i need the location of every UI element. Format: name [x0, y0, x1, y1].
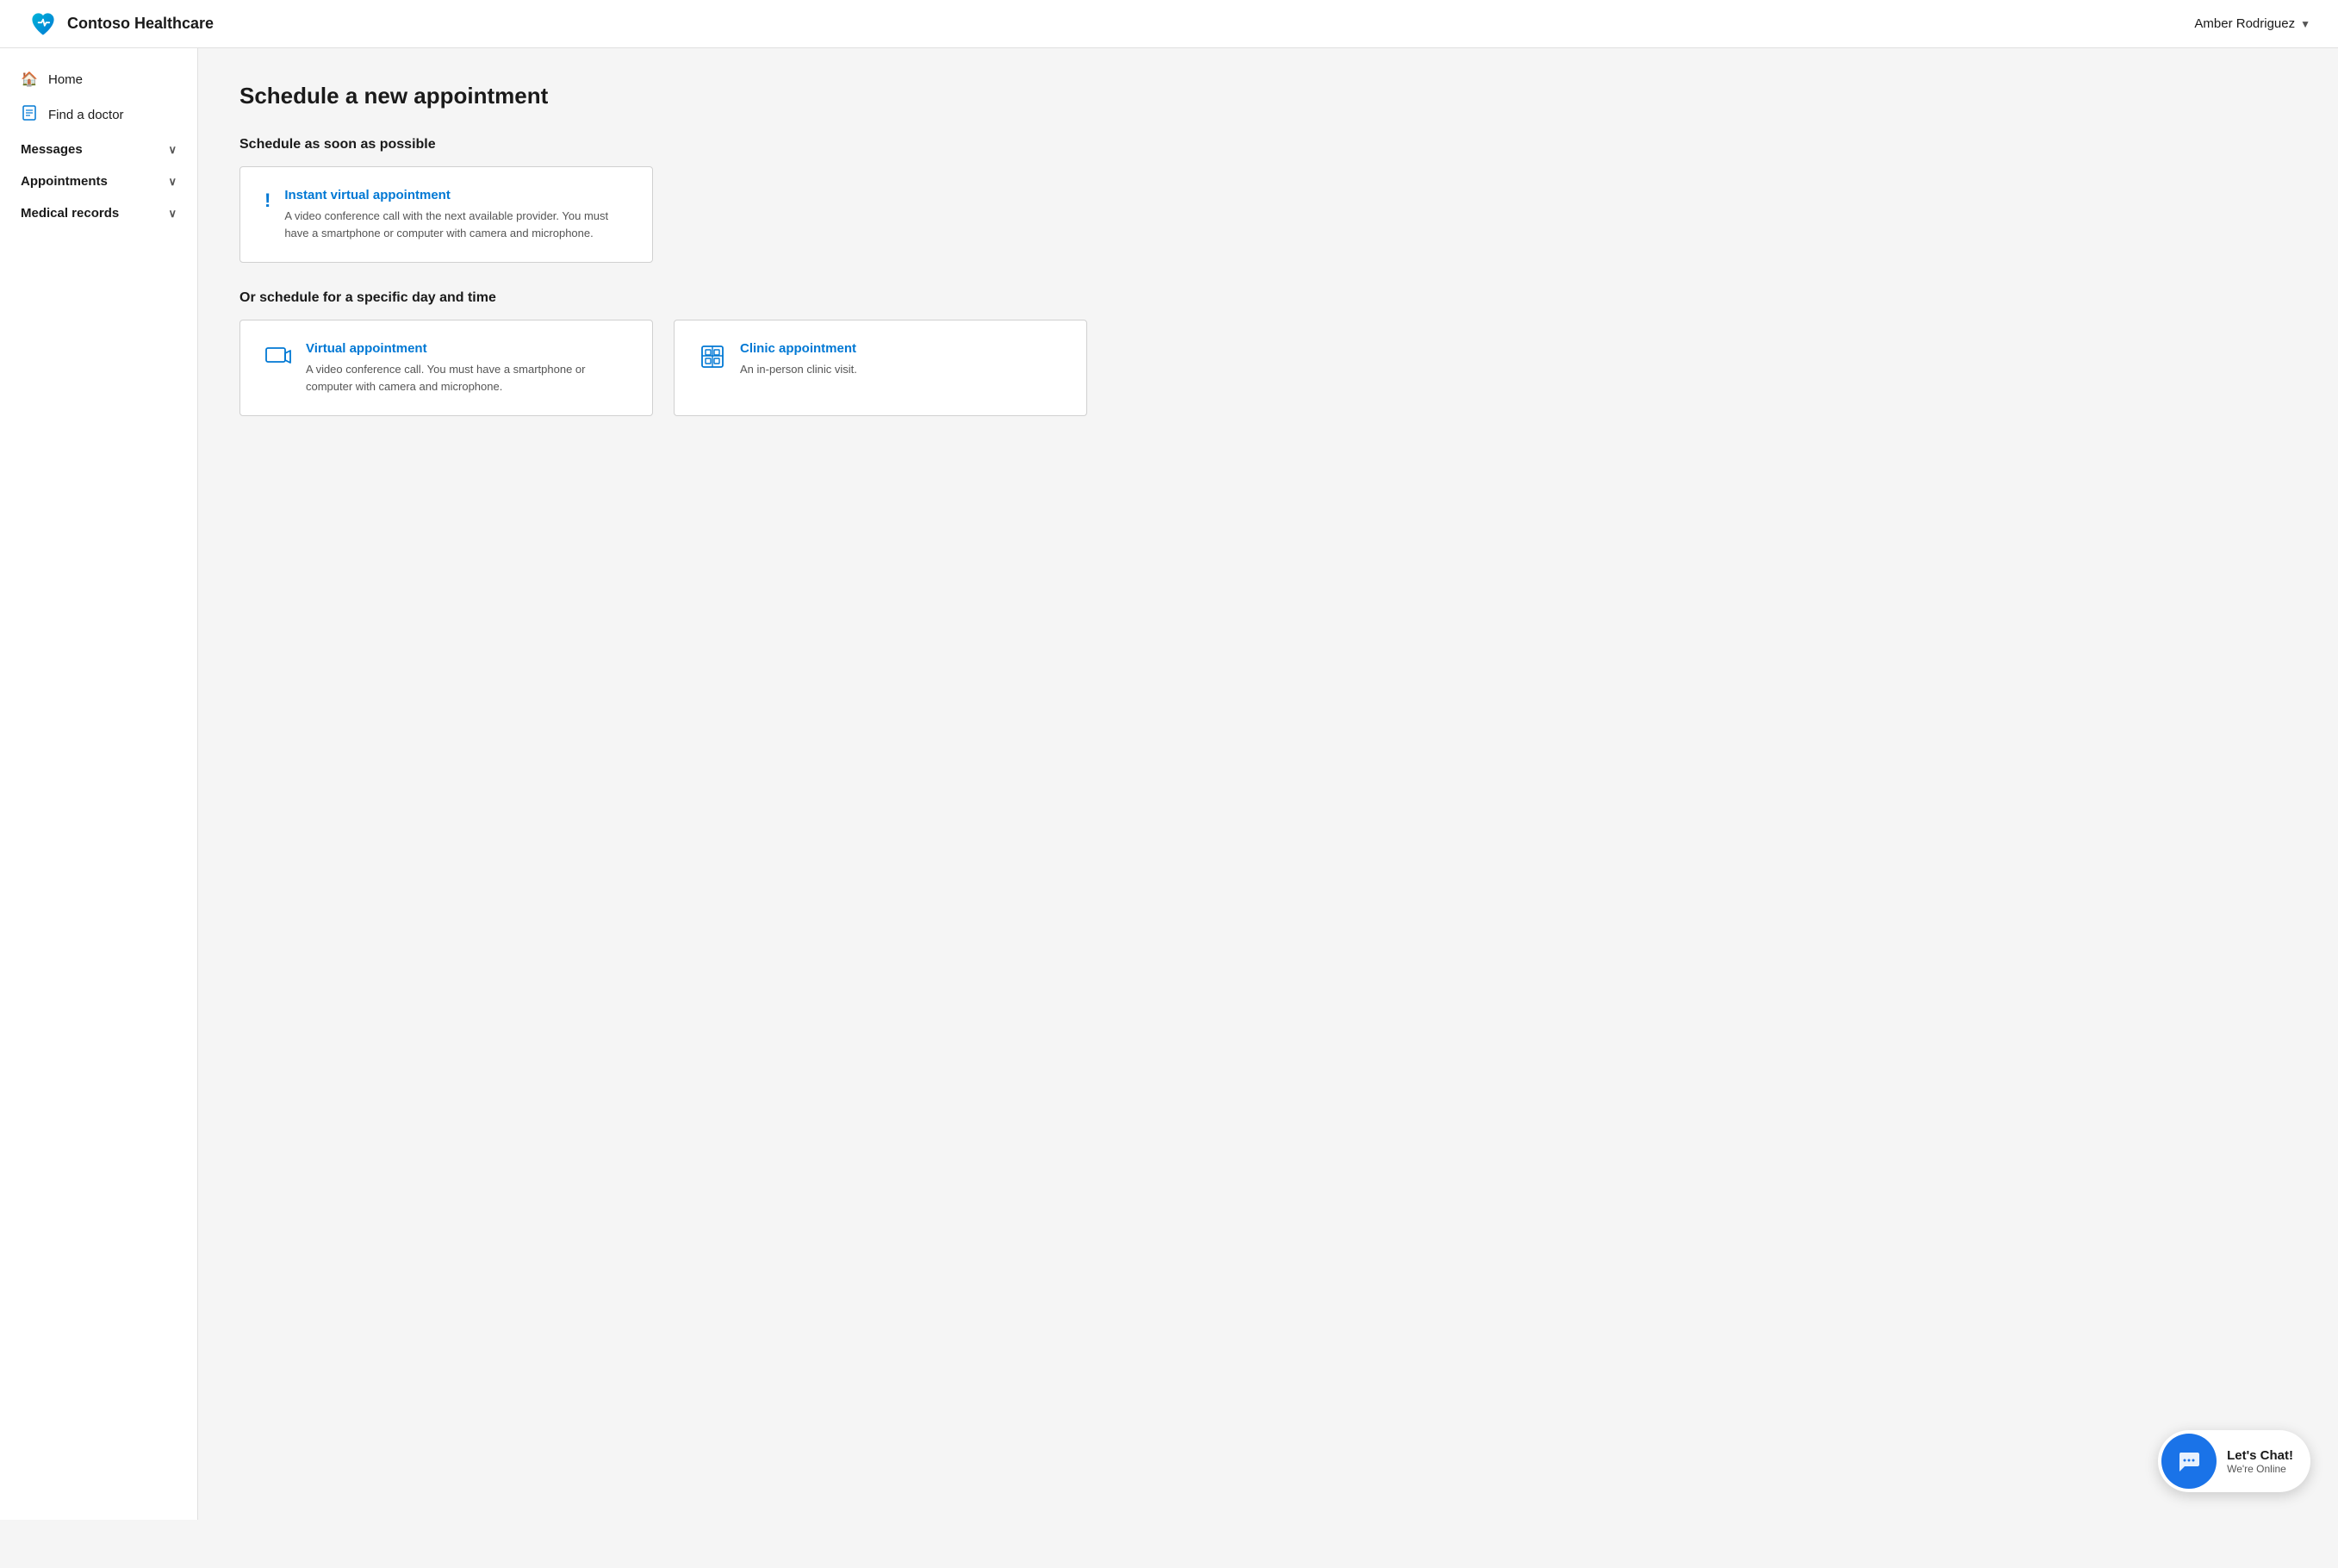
- sidebar: 🏠 Home Find a doctor Messages ∨ Appoin: [0, 48, 198, 1520]
- clinic-card-title: Clinic appointment: [740, 341, 857, 356]
- home-icon: 🏠: [21, 71, 38, 88]
- sidebar-label-medical-records: Medical records: [21, 206, 119, 221]
- chat-status: We're Online: [2227, 1463, 2293, 1475]
- instant-card-desc: A video conference call with the next av…: [284, 208, 628, 241]
- medical-records-left: Medical records: [21, 206, 119, 221]
- page-layout: 🏠 Home Find a doctor Messages ∨ Appoin: [0, 48, 2338, 1520]
- header: Contoso Healthcare Amber Rodriguez ▼: [0, 0, 2338, 48]
- sidebar-item-messages[interactable]: Messages ∨: [0, 134, 197, 165]
- main-content: Schedule a new appointment Schedule as s…: [198, 48, 2338, 1520]
- sidebar-item-medical-records[interactable]: Medical records ∨: [0, 197, 197, 229]
- medical-records-chevron-icon: ∨: [168, 207, 177, 221]
- clinic-appointment-icon: [699, 343, 726, 376]
- user-menu[interactable]: Amber Rodriguez ▼: [2194, 16, 2310, 31]
- instant-card-title: Instant virtual appointment: [284, 188, 628, 202]
- section-asap: Schedule as soon as possible ! Instant v…: [239, 137, 2297, 263]
- virtual-card-desc: A video conference call. You must have a…: [306, 361, 628, 395]
- brand-name: Contoso Healthcare: [67, 15, 214, 33]
- clinic-card-desc: An in-person clinic visit.: [740, 361, 857, 378]
- chat-title: Let's Chat!: [2227, 1448, 2293, 1463]
- virtual-card-title: Virtual appointment: [306, 341, 628, 356]
- sidebar-label-home: Home: [48, 72, 83, 87]
- appointments-left: Appointments: [21, 174, 108, 189]
- clinic-appointment-card[interactable]: Clinic appointment An in-person clinic v…: [674, 320, 1087, 416]
- instant-card-content: Instant virtual appointment A video conf…: [284, 188, 628, 241]
- sidebar-label-messages: Messages: [21, 142, 83, 157]
- page-title: Schedule a new appointment: [239, 83, 2297, 109]
- messages-left: Messages: [21, 142, 83, 157]
- section2-title: Or schedule for a specific day and time: [239, 290, 2297, 306]
- clinic-card-content: Clinic appointment An in-person clinic v…: [740, 341, 857, 378]
- sidebar-item-appointments[interactable]: Appointments ∨: [0, 165, 197, 197]
- brand-logo[interactable]: Contoso Healthcare: [28, 9, 214, 40]
- virtual-appointment-icon: [264, 343, 292, 376]
- sidebar-item-find-doctor[interactable]: Find a doctor: [0, 96, 197, 134]
- sidebar-label-find-doctor: Find a doctor: [48, 108, 124, 122]
- option-cards-row: Virtual appointment A video conference c…: [239, 320, 2297, 416]
- messages-chevron-icon: ∨: [168, 143, 177, 157]
- section1-title: Schedule as soon as possible: [239, 137, 2297, 152]
- virtual-appointment-card[interactable]: Virtual appointment A video conference c…: [239, 320, 653, 416]
- sidebar-item-home[interactable]: 🏠 Home: [0, 62, 197, 96]
- exclamation-icon: !: [264, 190, 270, 212]
- user-name: Amber Rodriguez: [2194, 16, 2295, 31]
- instant-virtual-card[interactable]: ! Instant virtual appointment A video co…: [239, 166, 653, 263]
- virtual-card-content: Virtual appointment A video conference c…: [306, 341, 628, 395]
- logo-icon: [28, 9, 59, 40]
- sidebar-label-appointments: Appointments: [21, 174, 108, 189]
- find-doctor-icon: [21, 105, 38, 125]
- chat-bubble[interactable]: Let's Chat! We're Online: [2158, 1430, 2310, 1492]
- chat-icon: [2161, 1434, 2217, 1489]
- appointments-chevron-icon: ∨: [168, 175, 177, 189]
- user-chevron-icon: ▼: [2300, 18, 2310, 30]
- chat-text: Let's Chat! We're Online: [2220, 1448, 2310, 1475]
- section-specific-time: Or schedule for a specific day and time …: [239, 290, 2297, 416]
